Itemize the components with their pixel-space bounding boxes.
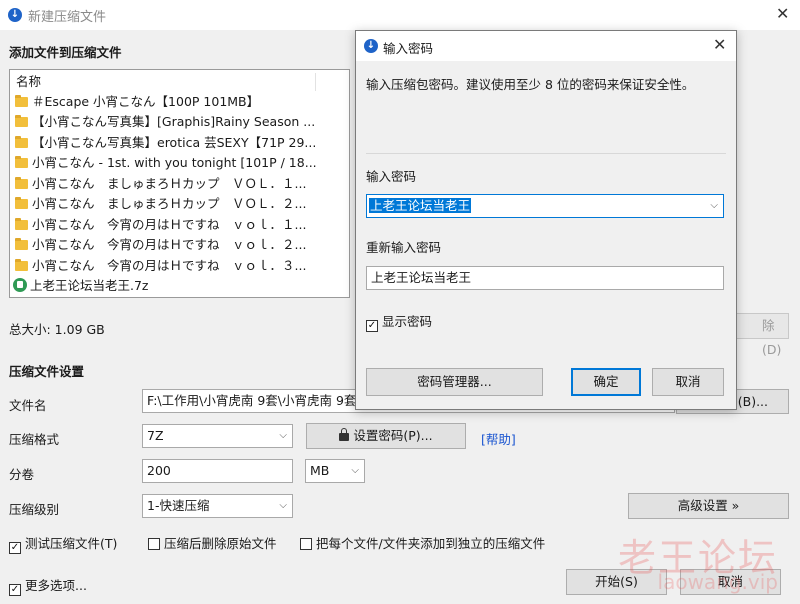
settings-heading: 压缩文件设置 [9, 364, 85, 379]
list-item[interactable]: 小宵こなん - 1st. with you tonight [101P / 18… [15, 153, 317, 173]
folder-icon [15, 218, 28, 230]
app-logo-icon: ↓ [364, 39, 378, 53]
dialog-title-bar: ↓ 输入密码 ✕ [356, 31, 736, 61]
set-password-button[interactable]: 设置密码(P)... [306, 423, 466, 449]
confirm-password-label: 重新输入密码 [366, 240, 442, 255]
dialog-description: 输入压缩包密码。建议使用至少 8 位的密码来保证安全性。 [366, 77, 695, 92]
folder-icon [15, 259, 28, 271]
password-dialog: ↓ 输入密码 ✕ 输入压缩包密码。建议使用至少 8 位的密码来保证安全性。 输入… [355, 30, 737, 410]
ok-button[interactable]: 确定 [571, 368, 641, 396]
file-name: 小宵こなん ましゅまろＨカップ ＶＯＬ．１... [32, 176, 307, 191]
set-password-label: 设置密码(P)... [353, 428, 433, 443]
format-select[interactable]: 7Z ⌵ [142, 424, 293, 448]
password-manager-button[interactable]: 密码管理器... [366, 368, 543, 396]
checkbox-unchecked-icon[interactable] [148, 538, 160, 550]
lock-icon [339, 428, 350, 441]
file-name: 小宵こなん - 1st. with you tonight [101P / 18… [32, 155, 317, 170]
format-label: 压缩格式 [9, 432, 60, 447]
separate-archives-label: 把每个文件/文件夹添加到独立的压缩文件 [316, 536, 546, 551]
column-header-name[interactable]: 名称 [14, 73, 314, 93]
folder-icon [15, 156, 28, 168]
checkbox-checked-icon[interactable]: ✓ [9, 542, 21, 554]
checkbox-checked-icon[interactable]: ✓ [366, 320, 378, 332]
more-options-checkbox[interactable]: ✓ 更多选项... [9, 575, 87, 596]
password-value: 上老王论坛当老王 [369, 198, 472, 213]
file-name: 【小宵こなん写真集】erotica 芸SEXY【71P 29... [32, 135, 317, 150]
list-item[interactable]: 小宵こなん 今宵の月はＨですね ｖｏｌ．２... [15, 235, 306, 255]
folder-icon [15, 238, 28, 250]
window-title: 新建压缩文件 [28, 10, 107, 25]
chevron-down-icon: ⌵ [279, 500, 287, 511]
show-password-checkbox[interactable]: ✓ 显示密码 [366, 311, 432, 332]
folder-icon [15, 177, 28, 189]
file-list[interactable]: 名称 ＃Escape 小宵こなん【100P 101MB】 【小宵こなん写真集】[… [9, 69, 350, 298]
level-select[interactable]: 1-快速压缩 ⌵ [142, 494, 293, 518]
file-name: 小宵こなん 今宵の月はＨですね ｖｏｌ．１... [32, 217, 307, 232]
files-section-heading: 添加文件到压缩文件 [9, 45, 122, 60]
split-unit-select[interactable]: MB ⌵ [305, 459, 365, 483]
folder-icon [15, 197, 28, 209]
folder-icon [15, 115, 28, 127]
confirm-password-input[interactable]: 上老王论坛当老王 [366, 266, 724, 290]
watermark-url: laowang.vip [657, 570, 778, 594]
split-label: 分卷 [9, 467, 35, 482]
split-unit-value: MB [310, 463, 330, 478]
delete-source-checkbox[interactable]: 压缩后删除原始文件 [148, 533, 277, 552]
chevron-down-icon: ⌵ [351, 465, 359, 476]
dialog-title: 输入密码 [383, 41, 434, 56]
column-divider[interactable] [315, 73, 316, 91]
file-name: 小宵こなん 今宵の月はＨですね ｖｏｌ．２... [32, 237, 307, 252]
test-archive-checkbox[interactable]: ✓ 测试压缩文件(T) [9, 533, 117, 554]
split-value: 200 [147, 463, 171, 478]
delete-button[interactable]: 除(D) [735, 313, 789, 357]
chevron-down-icon[interactable]: ⌵ [710, 195, 718, 217]
checkbox-checked-icon[interactable]: ✓ [9, 584, 21, 596]
file-name: ＃Escape 小宵こなん【100P 101MB】 [32, 94, 260, 109]
file-name: 小宵こなん ましゅまろＨカップ ＶＯＬ．２... [32, 196, 307, 211]
file-name: 上老王论坛当老王.7z [30, 278, 149, 293]
level-value: 1-快速压缩 [147, 498, 210, 513]
separate-archives-checkbox[interactable]: 把每个文件/文件夹添加到独立的压缩文件 [300, 533, 545, 552]
list-item[interactable]: 小宵こなん ましゅまろＨカップ ＶＯＬ．２... [15, 194, 306, 214]
password-label: 输入密码 [366, 169, 417, 184]
total-size: 总大小: 1.09 GB [9, 322, 105, 337]
dialog-close-icon[interactable]: ✕ [713, 37, 726, 53]
list-item[interactable]: 上老王论坛当老王.7z [13, 276, 149, 296]
password-input[interactable]: 上老王论坛当老王 ⌵ [366, 194, 724, 218]
more-options-label: 更多选项... [25, 578, 87, 593]
level-label: 压缩级别 [9, 502, 60, 517]
list-item[interactable]: 小宵こなん 今宵の月はＨですね ｖｏｌ．３... [15, 256, 306, 276]
app-logo-icon: ↓ [8, 8, 22, 22]
show-password-label: 显示密码 [382, 314, 433, 329]
file-name: 小宵こなん 今宵の月はＨですね ｖｏｌ．３... [32, 258, 307, 273]
test-archive-label: 测试压缩文件(T) [25, 536, 118, 551]
split-size-input[interactable]: 200 [142, 459, 293, 483]
list-item[interactable]: ＃Escape 小宵こなん【100P 101MB】 [15, 92, 259, 112]
folder-icon [15, 136, 28, 148]
help-link[interactable]: [帮助] [481, 429, 516, 448]
close-icon[interactable]: ✕ [776, 6, 789, 22]
dialog-divider [366, 153, 726, 154]
list-item[interactable]: 【小宵こなん写真集】erotica 芸SEXY【71P 29... [15, 133, 316, 153]
chevron-down-icon: ⌵ [279, 430, 287, 441]
list-item[interactable]: 小宵こなん 今宵の月はＨですね ｖｏｌ．１... [15, 215, 306, 235]
list-item[interactable]: 【小宵こなん写真集】[Graphis]Rainy Season ... [15, 112, 315, 132]
archive-icon [13, 278, 27, 292]
advanced-settings-button[interactable]: 高级设置 » [628, 493, 789, 519]
dialog-cancel-button[interactable]: 取消 [652, 368, 724, 396]
list-item[interactable]: 小宵こなん ましゅまろＨカップ ＶＯＬ．１... [15, 174, 306, 194]
delete-source-label: 压缩后删除原始文件 [164, 536, 277, 551]
title-bar: ↓ 新建压缩文件 ✕ [0, 0, 800, 30]
file-name: 【小宵こなん写真集】[Graphis]Rainy Season ... [32, 114, 316, 129]
folder-icon [15, 95, 28, 107]
filename-label: 文件名 [9, 398, 47, 413]
format-value: 7Z [147, 428, 164, 443]
checkbox-unchecked-icon[interactable] [300, 538, 312, 550]
